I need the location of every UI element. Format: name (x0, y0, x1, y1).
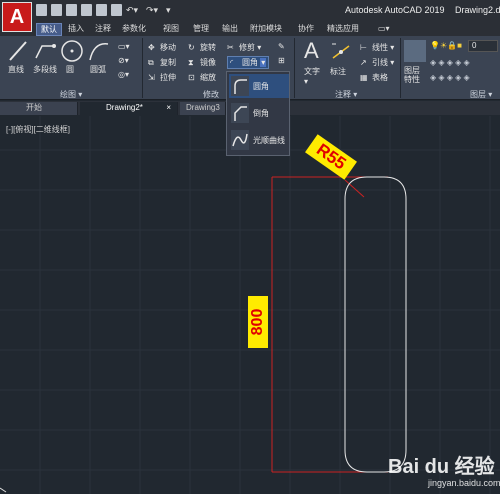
radius-leader-line (344, 179, 365, 198)
viewport-controls[interactable]: [-][俯视][二维线框] (6, 124, 70, 135)
watermark-url: jingyan.baidu.com (428, 478, 500, 488)
baidu-watermark: Bai du 经验 jingyan.baidu.com (380, 448, 500, 492)
menu-item-chamfer[interactable]: 倒角 (229, 101, 289, 125)
watermark-brand: Bai du 经验 (388, 456, 495, 478)
fillet-dropdown-menu: 圆角 倒角 光顺曲线 (226, 71, 290, 156)
application-menu-button[interactable]: A (2, 2, 32, 32)
chamfer-icon (231, 103, 249, 123)
menu-item-fillet[interactable]: 圆角 (229, 74, 289, 98)
menu-item-blend-curves[interactable]: 光顺曲线 (229, 128, 289, 152)
rounded-slot-shape[interactable] (344, 176, 407, 473)
fillet-icon (231, 76, 249, 96)
autocad-window: ↶▾ ↷▾ ▾ Autodesk AutoCAD 2019 Drawing2.d… (0, 0, 500, 494)
height-dimension-label[interactable]: 800 (248, 296, 268, 348)
autocad-logo-icon: A (9, 5, 25, 28)
blend-curves-icon (231, 130, 249, 150)
